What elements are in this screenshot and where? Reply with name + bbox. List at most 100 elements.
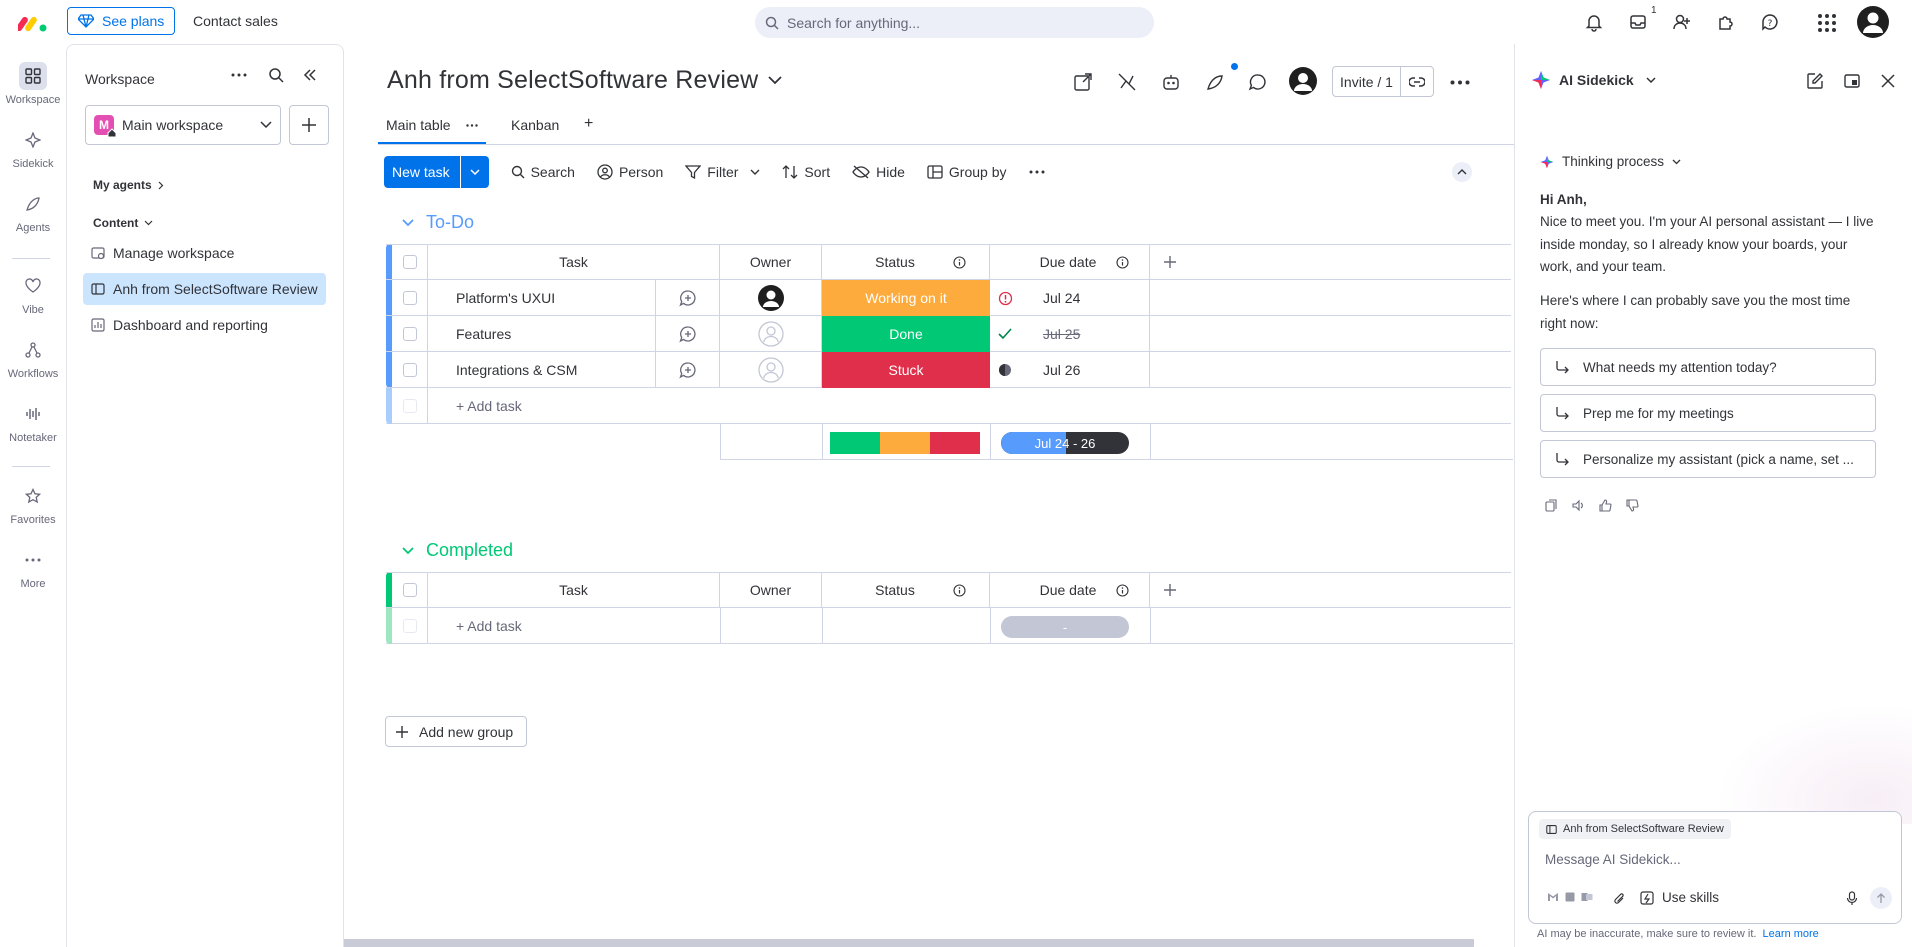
info-icon[interactable] xyxy=(1116,255,1129,269)
timeline-summary[interactable]: - xyxy=(1001,616,1129,638)
rail-agents[interactable]: Agents xyxy=(0,190,66,234)
select-all-checkbox[interactable] xyxy=(392,572,428,608)
connected-apps-icons[interactable] xyxy=(1543,890,1597,904)
group-title-completed[interactable]: Completed xyxy=(402,540,513,561)
group-by-button[interactable]: Group by xyxy=(927,164,1007,180)
add-task-row[interactable]: + Add task xyxy=(386,388,1511,424)
board-member-avatar[interactable] xyxy=(1289,67,1317,95)
board-more-icon[interactable] xyxy=(1450,80,1470,85)
tab-options-icon[interactable] xyxy=(466,114,479,130)
owner-avatar[interactable] xyxy=(720,280,822,316)
horizontal-scrollbar[interactable] xyxy=(344,939,1474,947)
collapse-panel-icon[interactable] xyxy=(303,68,317,82)
board-context-chip[interactable]: Anh from SelectSoftware Review xyxy=(1539,819,1731,839)
workspace-options-icon[interactable] xyxy=(231,73,247,77)
nav-item-manage-workspace[interactable]: Manage workspace xyxy=(83,237,326,269)
nav-item-board[interactable]: Anh from SelectSoftware Review xyxy=(83,273,326,305)
rail-sidekick[interactable]: Sidekick xyxy=(0,126,66,170)
add-view-button[interactable]: + xyxy=(584,115,593,133)
group-title-todo[interactable]: To-Do xyxy=(402,212,474,233)
see-plans-button[interactable]: See plans xyxy=(67,7,176,35)
chevron-down-icon[interactable] xyxy=(402,546,414,555)
due-date-cell[interactable]: Jul 24 xyxy=(990,280,1150,316)
automate-icon[interactable] xyxy=(1117,72,1137,92)
rail-vibe[interactable]: Vibe xyxy=(0,272,66,316)
close-icon[interactable] xyxy=(1880,73,1896,89)
search-button[interactable]: Search xyxy=(511,164,575,180)
add-update-icon[interactable] xyxy=(656,316,720,352)
suggestion-button[interactable]: Prep me for my meetings xyxy=(1540,394,1876,432)
sort-button[interactable]: Sort xyxy=(782,164,830,180)
rail-more[interactable]: More xyxy=(0,546,66,590)
toolbar-more-icon[interactable] xyxy=(1029,170,1045,174)
apps-grid-icon[interactable] xyxy=(1816,12,1836,32)
microphone-icon[interactable] xyxy=(1846,891,1858,906)
status-cell-working[interactable]: Working on it xyxy=(822,280,990,316)
info-icon[interactable] xyxy=(953,583,966,597)
invite-button[interactable]: Invite / 1 xyxy=(1333,67,1401,96)
comments-icon[interactable] xyxy=(1248,72,1268,92)
user-avatar[interactable] xyxy=(1857,6,1889,38)
select-all-checkbox[interactable] xyxy=(392,244,428,280)
sidekick-title[interactable]: AI Sidekick xyxy=(1531,70,1656,90)
add-new-group-button[interactable]: Add new group xyxy=(385,716,527,747)
add-column-icon[interactable] xyxy=(1150,244,1190,280)
rail-workspace[interactable]: Workspace xyxy=(0,62,66,106)
board-title[interactable]: Anh from SelectSoftware Review xyxy=(387,66,783,95)
add-task-input[interactable]: + Add task xyxy=(428,388,828,424)
info-icon[interactable] xyxy=(1116,583,1129,597)
column-header-task[interactable]: Task xyxy=(428,244,720,280)
global-search-input[interactable]: Search for anything... xyxy=(755,7,1154,38)
table-row[interactable]: Integrations & CSM Stuck Jul 26 xyxy=(386,352,1511,388)
task-name-cell[interactable]: Integrations & CSM xyxy=(428,352,656,388)
message-input[interactable]: Message AI Sidekick... xyxy=(1545,852,1681,867)
add-item-button[interactable] xyxy=(289,105,329,145)
info-icon[interactable] xyxy=(953,255,966,269)
learn-more-link[interactable]: Learn more xyxy=(1763,928,1819,940)
chevron-down-icon[interactable] xyxy=(402,218,414,227)
column-header-status[interactable]: Status xyxy=(822,244,990,280)
rail-notetaker[interactable]: Notetaker xyxy=(0,400,66,444)
collapse-header-icon[interactable] xyxy=(1452,162,1472,182)
chevron-down-icon[interactable] xyxy=(750,169,760,175)
content-section[interactable]: Content xyxy=(93,216,153,230)
paperclip-icon[interactable] xyxy=(1613,892,1626,906)
hide-button[interactable]: Hide xyxy=(852,164,905,180)
task-name-cell[interactable]: Features xyxy=(428,316,656,352)
row-checkbox[interactable] xyxy=(392,352,428,388)
column-header-due-date[interactable]: Due date xyxy=(990,572,1150,608)
status-cell-stuck[interactable]: Stuck xyxy=(822,352,990,388)
new-task-dropdown-icon[interactable] xyxy=(461,169,489,175)
rail-workflows[interactable]: Workflows xyxy=(0,336,66,380)
workspace-search-icon[interactable] xyxy=(268,67,284,83)
table-row[interactable]: Features Done Jul 25 xyxy=(386,316,1511,352)
integrations-puzzle-icon[interactable] xyxy=(1716,12,1736,32)
copy-link-icon[interactable] xyxy=(1401,67,1433,96)
empty-owner-icon[interactable] xyxy=(720,352,822,388)
contact-sales-link[interactable]: Contact sales xyxy=(193,13,278,29)
status-summary-bar[interactable] xyxy=(830,432,980,454)
speaker-icon[interactable] xyxy=(1572,499,1585,512)
filter-button[interactable]: Filter xyxy=(685,164,760,180)
thinking-process-toggle[interactable]: Thinking process xyxy=(1540,154,1681,169)
add-update-icon[interactable] xyxy=(656,280,720,316)
column-header-owner[interactable]: Owner xyxy=(720,244,822,280)
add-update-icon[interactable] xyxy=(656,352,720,388)
add-column-icon[interactable] xyxy=(1150,572,1190,608)
invite-members-icon[interactable] xyxy=(1672,12,1692,32)
thumbs-up-icon[interactable] xyxy=(1599,499,1612,512)
column-header-due-date[interactable]: Due date xyxy=(990,244,1150,280)
table-row[interactable]: Platform's UXUI Working on it Jul 24 xyxy=(386,280,1511,316)
column-header-owner[interactable]: Owner xyxy=(720,572,822,608)
thumbs-down-icon[interactable] xyxy=(1626,499,1639,512)
row-checkbox[interactable] xyxy=(392,316,428,352)
tab-kanban[interactable]: Kanban xyxy=(511,117,559,133)
empty-owner-icon[interactable] xyxy=(720,316,822,352)
integrate-icon[interactable] xyxy=(1073,72,1093,92)
due-date-cell[interactable]: Jul 25 xyxy=(990,316,1150,352)
help-icon[interactable]: ? xyxy=(1760,12,1780,32)
timeline-summary[interactable]: Jul 24 - 26 xyxy=(1001,432,1129,454)
new-task-button[interactable]: New task xyxy=(384,156,489,188)
person-filter-button[interactable]: Person xyxy=(597,164,663,180)
due-date-cell[interactable]: Jul 26 xyxy=(990,352,1150,388)
